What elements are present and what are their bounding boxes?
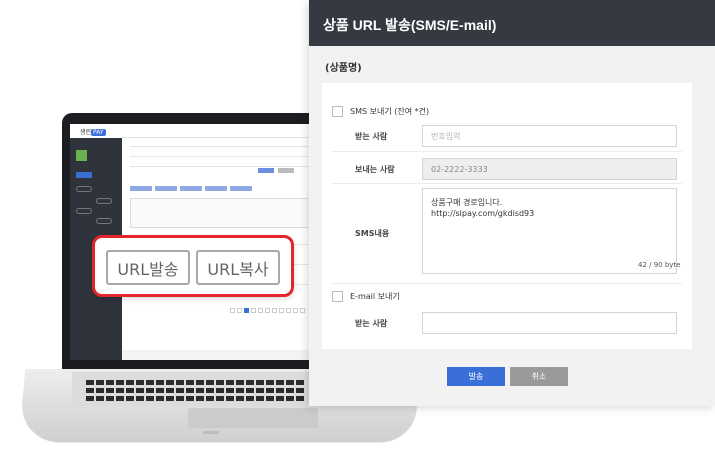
row-divider xyxy=(332,151,682,152)
sms-content-label: SMS내용 xyxy=(355,229,390,238)
email-checkbox-label: E-mail 보내기 xyxy=(350,292,400,301)
keyboard-row xyxy=(86,380,306,385)
url-copy-button[interactable]: URL복사 xyxy=(196,250,280,285)
modal-title: 상품 URL 발송(SMS/E-mail) xyxy=(309,0,715,46)
sms-byte-counter: 42 / 90 byte xyxy=(638,261,681,269)
keyboard-row xyxy=(86,396,306,401)
screen-table-row xyxy=(130,198,318,228)
screen-tab xyxy=(205,186,227,191)
screen-pager-item xyxy=(300,308,305,313)
screen-footer xyxy=(122,350,325,360)
screen-pager-item xyxy=(293,308,298,313)
screen-pager-item xyxy=(230,308,235,313)
product-name: (상품명) xyxy=(325,63,362,74)
screen-divider xyxy=(130,166,318,167)
modal-form-card: SMS 보내기 (잔여 *건) 받는 사람 보내는 사람 SMS내용 42 / … xyxy=(322,83,692,349)
email-checkbox-row: E-mail 보내기 xyxy=(332,291,400,302)
screen-pager-item xyxy=(272,308,277,313)
screen-divider xyxy=(130,156,318,157)
screen-divider xyxy=(130,146,318,147)
email-receiver-label: 받는 사람 xyxy=(355,319,388,328)
screen-pager-item xyxy=(279,308,284,313)
receiver-label: 받는 사람 xyxy=(355,132,388,141)
sms-checkbox-row: SMS 보내기 (잔여 *건) xyxy=(332,106,429,117)
sender-phone-field xyxy=(422,158,677,180)
screen-sidebar-button xyxy=(76,208,92,214)
screen-pager-item xyxy=(244,308,249,313)
screen-sidebar-button xyxy=(96,198,112,204)
screen-logo-text: 생린 xyxy=(80,129,92,136)
row-divider xyxy=(332,283,682,284)
screen-search-button xyxy=(258,168,274,173)
sms-checkbox-label: SMS 보내기 (잔여 *건) xyxy=(350,107,430,116)
row-divider xyxy=(332,183,682,184)
url-send-button[interactable]: URL발송 xyxy=(106,250,190,285)
screen-pager-item xyxy=(286,308,291,313)
screen-logo: 생린 PAY xyxy=(80,127,106,136)
sender-label: 보내는 사람 xyxy=(355,165,395,174)
url-send-modal: 상품 URL 발송(SMS/E-mail) (상품명) SMS 보내기 (잔여 … xyxy=(309,0,715,406)
screen-tab xyxy=(155,186,177,191)
screen-pager-item xyxy=(258,308,263,313)
screen-sidebar-button xyxy=(76,186,92,192)
screen-top-nav xyxy=(122,124,325,138)
cancel-button[interactable]: 취소 xyxy=(510,367,568,386)
email-checkbox[interactable] xyxy=(332,291,343,302)
screen-sidebar-button xyxy=(96,218,112,224)
screen-tab xyxy=(180,186,202,191)
send-button[interactable]: 발송 xyxy=(447,367,505,386)
screen-shop-icon xyxy=(76,150,87,161)
screen-reset-button xyxy=(278,168,294,173)
screen-pager-item xyxy=(265,308,270,313)
screen-tab xyxy=(230,186,252,191)
laptop-notch xyxy=(203,431,219,434)
screen-logo-area: 생린 PAY xyxy=(70,124,122,138)
sms-checkbox[interactable] xyxy=(332,106,343,117)
keyboard-row xyxy=(86,388,306,393)
screen-pager-item xyxy=(251,308,256,313)
email-receiver-input[interactable] xyxy=(422,312,677,334)
laptop-trackpad xyxy=(188,408,318,428)
screen-sidebar-button xyxy=(76,172,92,178)
receiver-phone-input[interactable] xyxy=(422,125,677,147)
screen-tab xyxy=(130,186,152,191)
screen-logo-badge: PAY xyxy=(91,129,106,136)
screen-pager-item xyxy=(237,308,242,313)
url-buttons-callout: URL발송 URL복사 xyxy=(92,235,294,297)
